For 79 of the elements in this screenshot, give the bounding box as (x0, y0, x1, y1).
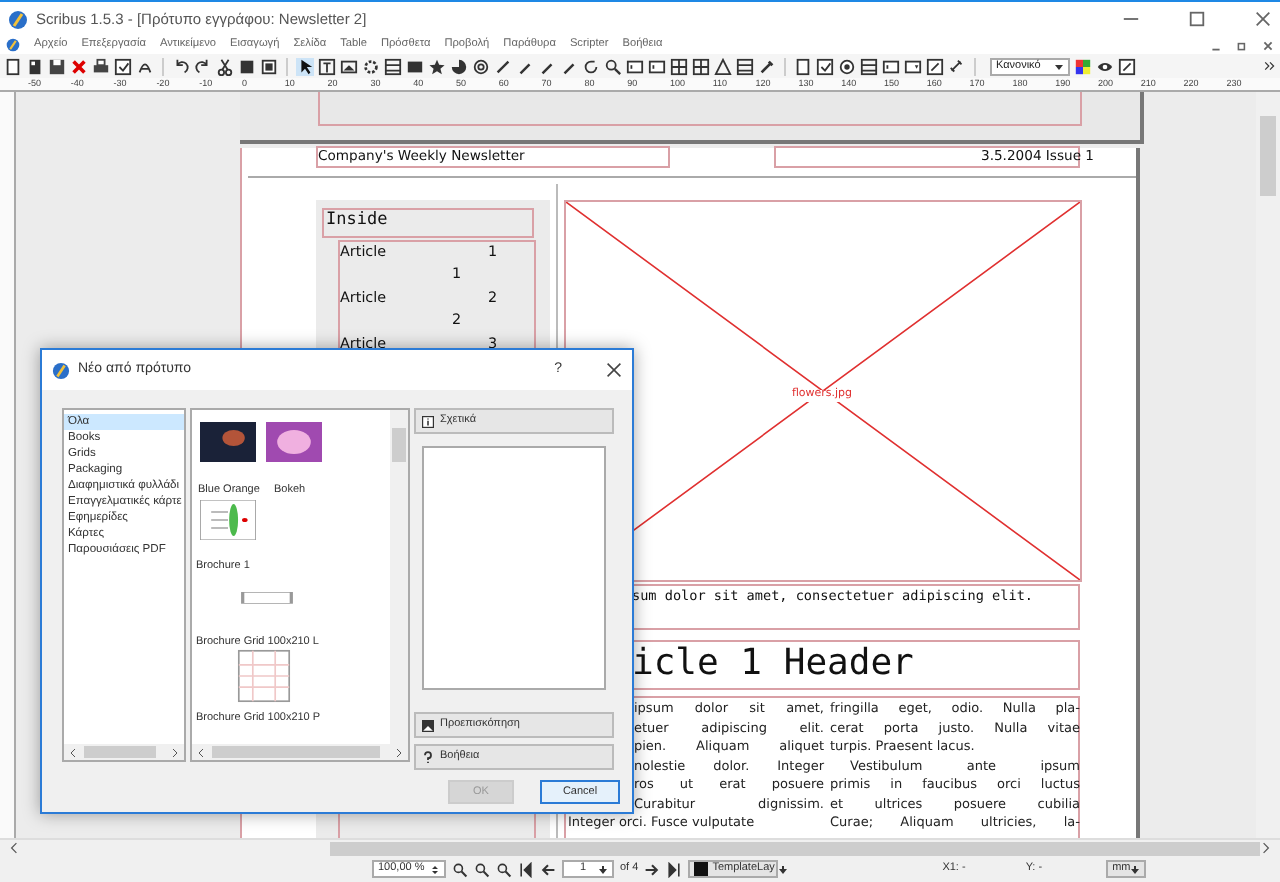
radio-field-icon[interactable] (838, 57, 856, 75)
close-icon[interactable] (606, 362, 622, 378)
rotate-icon[interactable] (582, 57, 600, 75)
last-page-icon[interactable] (666, 861, 683, 877)
arc-icon[interactable] (450, 57, 468, 75)
caret-icon (598, 863, 608, 875)
caret-icon (1130, 863, 1141, 875)
spinner-icon (430, 863, 440, 875)
grid-icon[interactable] (692, 57, 710, 75)
caret-icon (1054, 61, 1064, 71)
close-icon[interactable] (1254, 10, 1272, 28)
caret-icon (778, 863, 789, 875)
template-thumbnail[interactable] (200, 500, 256, 540)
previous-page-icon[interactable] (540, 861, 556, 877)
document-icon[interactable] (26, 57, 44, 75)
redo-icon[interactable] (194, 57, 212, 75)
image-icon (422, 719, 434, 731)
cut-icon[interactable] (216, 57, 234, 75)
image-frame-icon[interactable] (340, 57, 358, 75)
text-field-icon[interactable] (882, 57, 900, 75)
print-icon[interactable] (92, 57, 110, 75)
new-document-icon[interactable] (4, 57, 22, 75)
horizontal-scrollbar[interactable] (0, 838, 1280, 856)
next-page-icon[interactable] (644, 861, 661, 877)
maximize-icon[interactable] (1188, 10, 1206, 28)
eye-icon[interactable] (1096, 57, 1114, 75)
template-thumbnail[interactable] (240, 592, 294, 604)
text-frame-icon[interactable] (318, 57, 336, 75)
scrollbar-thumb[interactable] (84, 746, 156, 758)
checklist-icon[interactable] (114, 57, 132, 75)
button-field-icon[interactable] (794, 57, 812, 75)
close-icon[interactable] (1262, 39, 1274, 51)
triangle-icon[interactable] (714, 57, 732, 75)
scrollbar-thumb[interactable] (330, 842, 1260, 856)
app-logo-icon (8, 9, 28, 29)
save-icon[interactable] (48, 57, 66, 75)
template-thumbnail[interactable] (200, 422, 256, 462)
zoom-out-icon[interactable] (452, 861, 468, 877)
restore-icon[interactable] (1236, 39, 1248, 51)
scrollbar-thumb[interactable] (392, 428, 406, 462)
first-page-icon[interactable] (518, 861, 534, 877)
star-icon[interactable] (428, 57, 446, 75)
spiral-icon[interactable] (472, 57, 490, 75)
edit-icon[interactable] (1118, 57, 1136, 75)
table-icon[interactable] (384, 57, 402, 75)
line-icon[interactable] (494, 57, 512, 75)
color-management-icon[interactable] (1074, 57, 1092, 75)
horizontal-scrollbar[interactable] (192, 744, 408, 760)
template-thumbnail[interactable] (236, 648, 292, 704)
zoom-icon[interactable] (604, 57, 622, 75)
shape-icon[interactable] (406, 57, 424, 75)
undo-icon[interactable] (172, 57, 190, 75)
combo-field-icon[interactable] (904, 57, 922, 75)
eyedropper-icon[interactable] (758, 57, 776, 75)
pointer-icon[interactable] (296, 57, 314, 75)
list-field-icon[interactable] (860, 57, 878, 75)
annotation-icon[interactable] (926, 57, 944, 75)
checkbox-field-icon[interactable] (816, 57, 834, 75)
app-logo-icon (52, 361, 70, 379)
zoom-in-icon[interactable] (496, 861, 512, 877)
template-thumbnail[interactable] (266, 422, 322, 462)
scrollbar-thumb[interactable] (212, 746, 380, 758)
horizontal-scrollbar[interactable] (64, 744, 184, 760)
copy-icon[interactable] (238, 57, 256, 75)
chevron-icon[interactable] (1264, 60, 1276, 72)
scrollbar-thumb[interactable] (1260, 116, 1276, 196)
question-icon (422, 750, 434, 764)
info-icon (422, 415, 434, 427)
app-logo-icon (6, 38, 20, 52)
paste-icon[interactable] (260, 57, 278, 75)
text-cursor-icon[interactable] (626, 57, 644, 75)
close-icon[interactable] (70, 57, 88, 75)
grid-icon[interactable] (670, 57, 688, 75)
headline: icle 1 Header (632, 646, 914, 682)
vertical-scrollbar[interactable] (390, 410, 408, 744)
sidebar-title: Inside (326, 212, 388, 229)
zoom-reset-icon[interactable] (474, 861, 490, 877)
text-cursor-icon[interactable] (648, 57, 666, 75)
layer-swatch-icon (694, 862, 709, 876)
